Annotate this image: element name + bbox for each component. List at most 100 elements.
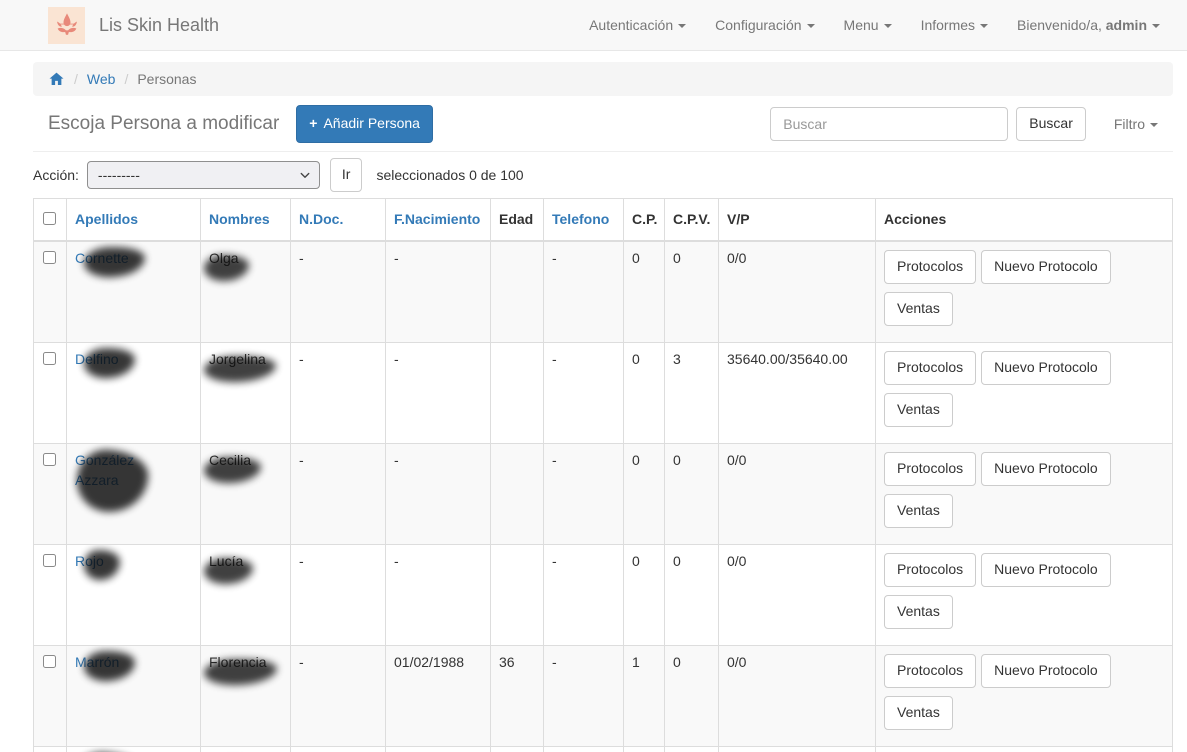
nuevo-protocolo-button[interactable]: Nuevo Protocolo [981, 250, 1111, 284]
breadcrumb-home[interactable] [48, 71, 65, 87]
cp-cell: 0 [624, 746, 665, 752]
action-bar: Acción: --------- Ir seleccionados 0 de … [33, 152, 1173, 198]
breadcrumb-item-web[interactable]: Web [87, 71, 116, 87]
filter-dropdown[interactable]: Filtro [1114, 116, 1158, 132]
fnacimiento-cell: - [386, 443, 491, 544]
acciones-cell: ProtocolosNuevo Protocolo Ventas [876, 544, 1173, 645]
apellidos-link[interactable]: Delfino [75, 351, 119, 367]
chevron-down-icon [807, 24, 815, 28]
breadcrumb-separator: / [124, 71, 128, 87]
col-header-vp: V/P [719, 199, 876, 242]
toolbar: Escoja Persona a modificar +Añadir Perso… [33, 102, 1173, 152]
nuevo-protocolo-button[interactable]: Nuevo Protocolo [981, 452, 1111, 486]
top-navbar: Lis Skin Health Autenticación Configurac… [0, 0, 1187, 51]
ndoc-cell: - [291, 342, 386, 443]
edad-cell: 36 [491, 645, 544, 746]
nuevo-protocolo-button[interactable]: Nuevo Protocolo [981, 654, 1111, 688]
protocolos-button[interactable]: Protocolos [884, 250, 976, 284]
plus-icon: + [309, 115, 317, 131]
protocolos-button[interactable]: Protocolos [884, 553, 976, 587]
row-checkbox[interactable] [43, 453, 56, 466]
persona-row: Cornette Olga - - - 0 0 0/0 ProtocolosNu… [34, 241, 1173, 342]
row-checkbox[interactable] [43, 655, 56, 668]
apellidos-link[interactable]: Marrón [75, 654, 119, 670]
home-icon [48, 71, 65, 87]
col-header-nombres[interactable]: Nombres [201, 199, 291, 242]
telefono-cell: - [544, 544, 624, 645]
nombres-cell: Cecilia [209, 452, 251, 468]
cpv-cell: 0 [665, 241, 719, 342]
cpv-cell: 0 [665, 645, 719, 746]
ndoc-cell: - [291, 544, 386, 645]
protocolos-button[interactable]: Protocolos [884, 654, 976, 688]
edad-cell [491, 342, 544, 443]
ndoc-cell: - [291, 645, 386, 746]
action-select[interactable]: --------- [87, 161, 320, 189]
protocolos-button[interactable]: Protocolos [884, 351, 976, 385]
col-header-cp: C.P. [624, 199, 665, 242]
vp-cell: 0/0 [719, 241, 876, 342]
fnacimiento-cell: - [386, 544, 491, 645]
select-all-cell [34, 199, 67, 242]
col-header-fnacimiento[interactable]: F.Nacimiento [386, 199, 491, 242]
brand[interactable]: Lis Skin Health [48, 7, 219, 44]
add-persona-button[interactable]: +Añadir Persona [296, 105, 433, 143]
nuevo-protocolo-button[interactable]: Nuevo Protocolo [981, 553, 1111, 587]
persona-row: Marrón Florencia - 01/02/1988 36 - 1 0 0… [34, 645, 1173, 746]
cpv-cell: 1 [665, 746, 719, 752]
acciones-cell: ProtocolosNuevo ProtocoloVentas [876, 746, 1173, 752]
telefono-cell: - [544, 241, 624, 342]
chevron-down-icon [1150, 123, 1158, 127]
ventas-button[interactable]: Ventas [884, 393, 953, 427]
go-button[interactable]: Ir [330, 158, 363, 192]
row-checkbox[interactable] [43, 251, 56, 264]
nav-item-menu[interactable]: Menu [844, 17, 892, 33]
nuevo-protocolo-button[interactable]: Nuevo Protocolo [981, 351, 1111, 385]
ventas-button[interactable]: Ventas [884, 494, 953, 528]
cp-cell: 0 [624, 241, 665, 342]
fnacimiento-cell: 01/02/1988 [386, 645, 491, 746]
col-header-ndoc[interactable]: N.Doc. [291, 199, 386, 242]
vp-cell: 0/0 [719, 645, 876, 746]
ventas-button[interactable]: Ventas [884, 292, 953, 326]
nav-item-informes[interactable]: Informes [921, 17, 988, 33]
breadcrumb-separator: / [74, 71, 78, 87]
apellidos-link[interactable]: Rojo [75, 553, 104, 569]
cpv-cell: 0 [665, 443, 719, 544]
nav-item-user-menu[interactable]: Bienvenido/a, admin [1017, 17, 1160, 33]
col-header-acciones: Acciones [876, 199, 1173, 242]
acciones-cell: ProtocolosNuevo Protocolo Ventas [876, 645, 1173, 746]
apellidos-link[interactable]: GonzálezAzzara [75, 452, 134, 488]
main-container: / Web / Personas Escoja Persona a modifi… [0, 51, 1187, 752]
persona-row: Rojo Lucía - - - 0 0 0/0 ProtocolosNuevo… [34, 544, 1173, 645]
breadcrumb-item-personas: Personas [137, 71, 196, 87]
apellidos-link[interactable]: Cornette [75, 250, 129, 266]
chevron-down-icon [299, 169, 311, 181]
brand-title[interactable]: Lis Skin Health [99, 15, 219, 36]
search-input[interactable] [770, 107, 1008, 141]
telefono-cell: - [544, 645, 624, 746]
chevron-down-icon [1152, 24, 1160, 28]
col-header-telefono[interactable]: Telefono [544, 199, 624, 242]
select-all-checkbox[interactable] [43, 212, 56, 225]
nav-item-autenticacion[interactable]: Autenticación [589, 17, 686, 33]
nombres-cell: Olga [209, 250, 239, 266]
row-checkbox[interactable] [43, 352, 56, 365]
table-header-row: Apellidos Nombres N.Doc. F.Nacimiento Ed… [34, 199, 1173, 242]
vp-cell: 0/0 [719, 544, 876, 645]
ventas-button[interactable]: Ventas [884, 595, 953, 629]
telefono-cell: - [544, 443, 624, 544]
vp-cell: 35640.00/35640.00 [719, 342, 876, 443]
row-checkbox[interactable] [43, 554, 56, 567]
col-header-cpv: C.P.V. [665, 199, 719, 242]
col-header-apellidos[interactable]: Apellidos [67, 199, 201, 242]
nombres-cell: Florencia [209, 654, 267, 670]
edad-cell [491, 443, 544, 544]
selected-count: seleccionados 0 de 100 [376, 167, 523, 183]
nav-item-configuracion[interactable]: Configuración [715, 17, 814, 33]
edad-cell [491, 544, 544, 645]
search-button[interactable]: Buscar [1016, 107, 1086, 141]
cp-cell: 0 [624, 342, 665, 443]
protocolos-button[interactable]: Protocolos [884, 452, 976, 486]
ventas-button[interactable]: Ventas [884, 696, 953, 730]
